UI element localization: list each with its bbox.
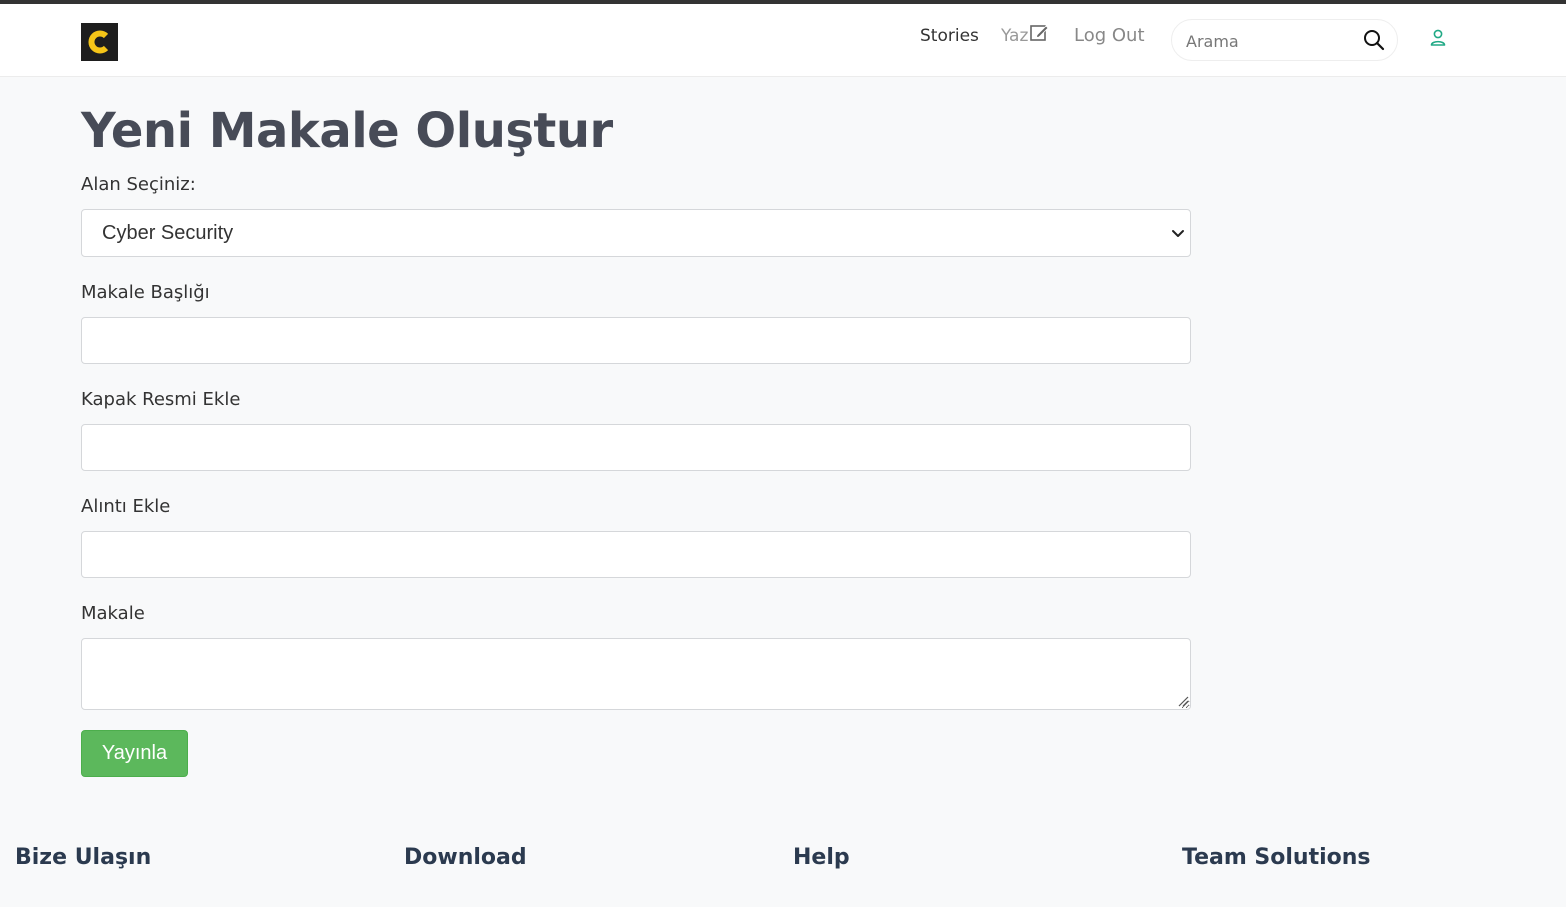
site-logo[interactable] [81,23,118,61]
edit-icon [1030,25,1049,41]
article-title-input[interactable] [81,317,1191,364]
user-icon[interactable] [1428,28,1448,48]
search-input[interactable] [1186,28,1356,54]
search-icon[interactable] [1363,29,1385,51]
navbar: Stories Yaz Log Out [0,4,1566,77]
nav-stories[interactable]: Stories [920,26,979,46]
logo-c-icon [88,30,108,54]
footer-contact[interactable]: Bize Ulaşın [15,845,151,870]
article-body-textarea[interactable] [81,638,1191,710]
article-title-label: Makale Başlığı [81,282,210,303]
publish-button[interactable]: Yayınla [81,730,188,777]
cover-image-label: Kapak Resmi Ekle [81,389,241,410]
category-label: Alan Seçiniz: [81,174,196,195]
nav-write-label: Yaz [1001,26,1029,46]
nav-write[interactable]: Yaz [1001,25,1049,46]
nav-logout[interactable]: Log Out [1074,25,1145,46]
page-title: Yeni Makale Oluştur [81,103,613,159]
search-box [1171,19,1398,61]
footer-download[interactable]: Download [404,845,527,870]
quote-input[interactable] [81,531,1191,578]
quote-label: Alıntı Ekle [81,496,171,517]
cover-image-input[interactable] [81,424,1191,471]
category-select-wrapper: Cyber Security [81,209,1191,257]
footer-help[interactable]: Help [793,845,850,870]
footer-team-solutions[interactable]: Team Solutions [1182,845,1371,870]
article-body-label: Makale [81,603,145,624]
category-select[interactable]: Cyber Security [81,209,1191,257]
